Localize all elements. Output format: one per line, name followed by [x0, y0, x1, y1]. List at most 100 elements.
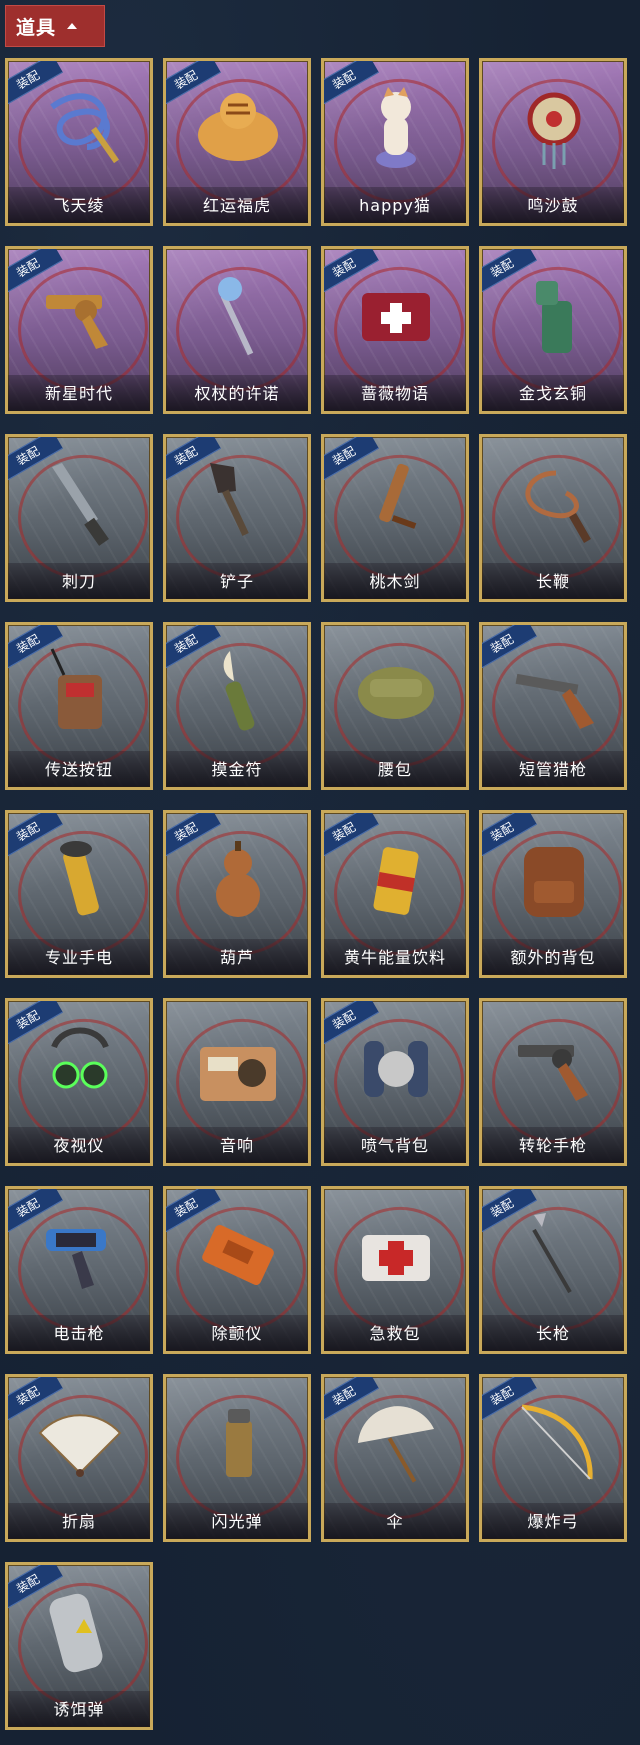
item-card[interactable]: 装配 喷气背包 [321, 998, 469, 1166]
item-grid: 装配 飞天绫 装配 红运福虎 装配 happy猫 鸣沙鼓 装配 新星时代 权杖的许诺 装配 蔷薇物语装… [5, 58, 627, 1730]
knife-icon [52, 463, 109, 546]
item-label: 折扇 [8, 1503, 150, 1539]
item-label: 蔷薇物语 [324, 375, 466, 411]
item-card[interactable]: 长鞭 [479, 434, 627, 602]
drum-icon [527, 92, 581, 169]
item-card[interactable]: 转轮手枪 [479, 998, 627, 1166]
item-card[interactable]: 权杖的许诺 [163, 246, 311, 414]
defibrillator-icon [202, 1224, 274, 1286]
ribbon-icon [50, 93, 119, 164]
item-card[interactable]: 装配 短管猎枪 [479, 622, 627, 790]
item-card[interactable]: 音响 [163, 998, 311, 1166]
item-card[interactable]: 装配 happy猫 [321, 58, 469, 226]
item-card[interactable]: 装配 桃木剑 [321, 434, 469, 602]
spear-icon [532, 1213, 572, 1294]
item-card[interactable]: 装配 葫芦 [163, 810, 311, 978]
fan-icon [38, 1414, 122, 1477]
item-label: 葫芦 [166, 939, 308, 975]
item-label: 腰包 [324, 751, 466, 787]
tiger-icon [198, 93, 278, 161]
item-card[interactable]: 装配 除颤仪 [163, 1186, 311, 1354]
item-label: 额外的背包 [482, 939, 624, 975]
shock-gun-icon [46, 1229, 106, 1289]
item-card[interactable]: 装配 刺刀 [5, 434, 153, 602]
backpack-icon [524, 847, 584, 917]
wooden-sword-icon [379, 463, 417, 529]
item-card[interactable]: 装配 金戈玄铜 [479, 246, 627, 414]
shovel-icon [210, 463, 249, 537]
item-card[interactable]: 装配伞 [321, 1374, 469, 1542]
night-vision-icon [51, 1027, 109, 1089]
item-label: 夜视仪 [8, 1127, 150, 1163]
energy-drink-icon [373, 847, 419, 915]
decoy-icon [49, 1593, 103, 1673]
item-card[interactable]: 腰包 [321, 622, 469, 790]
item-card[interactable]: 装配 摸金符 [163, 622, 311, 790]
item-label: 桃木剑 [324, 563, 466, 599]
item-label: 新星时代 [8, 375, 150, 411]
item-label: 急救包 [324, 1315, 466, 1351]
item-label: 鸣沙鼓 [482, 187, 624, 223]
item-card[interactable]: 装配 长枪 [479, 1186, 627, 1354]
shotgun-icon [515, 673, 594, 729]
item-card[interactable]: 装配 专业手电 [5, 810, 153, 978]
item-label: 闪光弹 [166, 1503, 308, 1539]
scepter-icon [218, 277, 254, 356]
jetpack-icon [364, 1041, 428, 1097]
item-card[interactable]: 装配 红运福虎 [163, 58, 311, 226]
item-card[interactable]: 装配 爆炸弓 [479, 1374, 627, 1542]
item-card[interactable]: 装配 新星时代 [5, 246, 153, 414]
item-label: 金戈玄铜 [482, 375, 624, 411]
item-label: 转轮手枪 [482, 1127, 624, 1163]
first-aid-icon [362, 1235, 430, 1281]
item-label: 红运福虎 [166, 187, 308, 223]
bronze-grenade-icon [536, 281, 572, 353]
item-label: 诱饵弹 [8, 1691, 150, 1727]
cat-icon [376, 87, 416, 168]
item-label: 音响 [166, 1127, 308, 1163]
chevron-up-icon [67, 23, 78, 29]
item-label: 长鞭 [482, 563, 624, 599]
item-label: 长枪 [482, 1315, 624, 1351]
item-label: 黄牛能量饮料 [324, 939, 466, 975]
item-card[interactable]: 鸣沙鼓 [479, 58, 627, 226]
gourd-icon [216, 841, 260, 917]
item-card[interactable]: 装配 电击枪 [5, 1186, 153, 1354]
item-card[interactable]: 装配 黄牛能量饮料 [321, 810, 469, 978]
item-label: 传送按钮 [8, 751, 150, 787]
item-card[interactable]: 装配 蔷薇物语 [321, 246, 469, 414]
talisman-icon [223, 651, 255, 731]
item-card[interactable]: 装配 传送按钮 [5, 622, 153, 790]
medkit-icon [362, 293, 430, 341]
item-label: 电击枪 [8, 1315, 150, 1351]
item-card[interactable]: 装配 额外的背包 [479, 810, 627, 978]
revolver-icon [46, 295, 108, 349]
item-label: 专业手电 [8, 939, 150, 975]
item-card[interactable]: 急救包 [321, 1186, 469, 1354]
radio-icon [200, 1047, 276, 1101]
item-label: 权杖的许诺 [166, 375, 308, 411]
whip-icon [525, 470, 591, 543]
item-card[interactable]: 装配 折扇 [5, 1374, 153, 1542]
flashbang-icon [226, 1409, 252, 1477]
item-label: happy猫 [324, 187, 466, 223]
item-card[interactable]: 装配 铲子 [163, 434, 311, 602]
umbrella-icon [358, 1406, 434, 1483]
item-label: 爆炸弓 [482, 1503, 624, 1539]
item-card[interactable]: 装配 飞天绫 [5, 58, 153, 226]
bow-icon [521, 1404, 593, 1480]
item-card[interactable]: 闪光弹 [163, 1374, 311, 1542]
item-label: 摸金符 [166, 751, 308, 787]
item-label: 刺刀 [8, 563, 150, 599]
section-title: 道具 [16, 16, 57, 39]
item-card[interactable]: 装配 夜视仪 [5, 998, 153, 1166]
item-label: 短管猎枪 [482, 751, 624, 787]
item-label: 铲子 [166, 563, 308, 599]
pistol-icon [518, 1045, 588, 1101]
item-card[interactable]: 装配 诱饵弹 [5, 1562, 153, 1730]
remote-icon [50, 648, 102, 729]
section-toggle[interactable]: 道具 [5, 5, 105, 47]
flashlight-icon [60, 841, 99, 916]
item-label: 除颤仪 [166, 1315, 308, 1351]
item-label: 喷气背包 [324, 1127, 466, 1163]
